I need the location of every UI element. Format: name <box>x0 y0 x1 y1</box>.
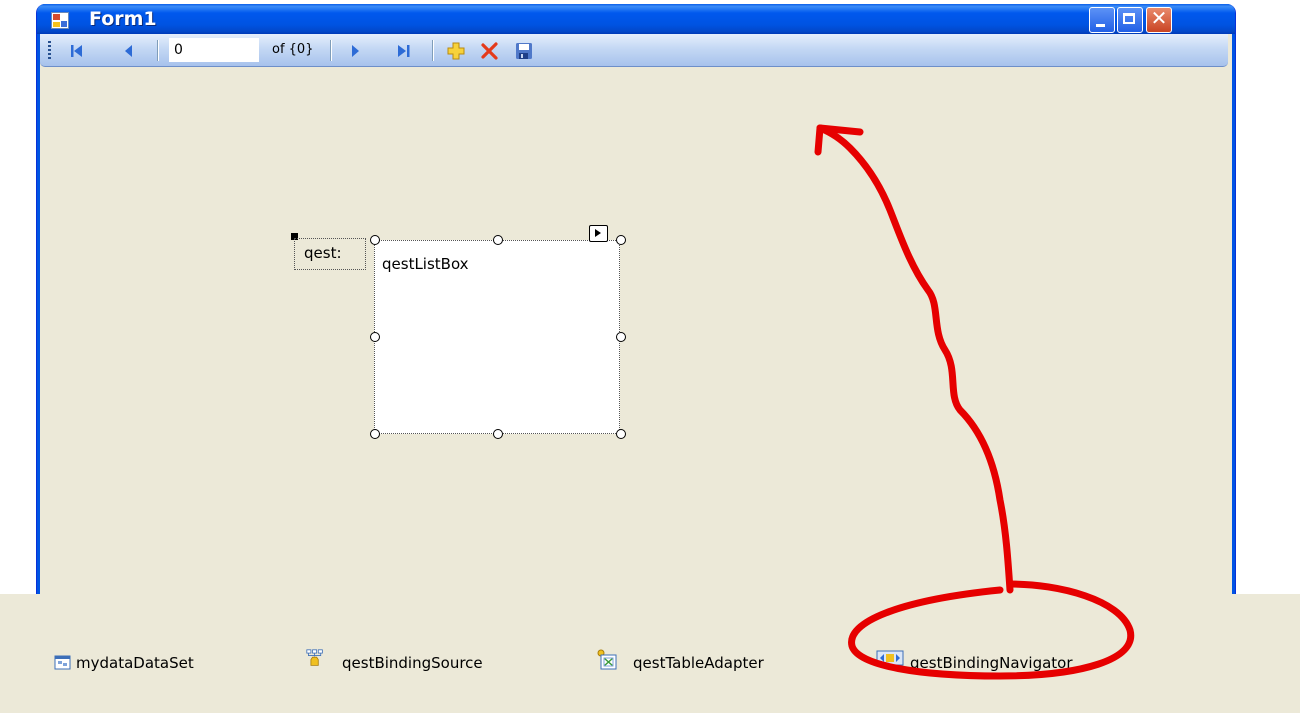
qest-label-text: qest: <box>304 244 342 262</box>
toolbar-separator <box>330 40 331 61</box>
toolbar-separator <box>157 40 158 61</box>
count-label: of {0} <box>272 42 314 57</box>
resize-handle[interactable] <box>370 429 380 439</box>
add-new-icon[interactable] <box>447 42 465 60</box>
binding-navigator-icon <box>876 650 904 666</box>
resize-handle[interactable] <box>616 332 626 342</box>
save-icon[interactable] <box>515 42 533 60</box>
move-previous-icon[interactable] <box>120 42 138 60</box>
form-icon <box>51 12 69 29</box>
resize-handle[interactable] <box>370 235 380 245</box>
move-next-icon[interactable] <box>346 42 364 60</box>
minimize-button[interactable] <box>1089 7 1115 33</box>
listbox-name-text: qestListBox <box>382 255 469 273</box>
tray-item-label: mydataDataSet <box>76 654 194 672</box>
tray-item-label: qestBindingNavigator <box>910 654 1073 672</box>
window-title: Form1 <box>89 8 157 30</box>
toolbar-grip[interactable] <box>48 41 51 60</box>
table-adapter-icon <box>597 649 617 670</box>
binding-source-icon <box>306 649 323 666</box>
resize-handle[interactable] <box>493 235 503 245</box>
close-icon: ✕ <box>1150 6 1168 30</box>
smart-tag-arrow-icon[interactable] <box>589 225 608 242</box>
toolbar-separator <box>432 40 433 61</box>
qest-label[interactable]: qest: <box>294 238 366 270</box>
move-first-icon[interactable] <box>68 42 86 60</box>
maximize-button[interactable] <box>1117 7 1143 33</box>
tray-item-label: qestTableAdapter <box>633 654 764 672</box>
close-button[interactable]: ✕ <box>1146 6 1172 33</box>
resize-handle[interactable] <box>616 429 626 439</box>
position-input[interactable] <box>169 38 259 62</box>
move-last-icon[interactable] <box>395 42 413 60</box>
binding-navigator-toolbar: of {0} <box>40 34 1228 67</box>
resize-handle[interactable] <box>616 235 626 245</box>
dataset-icon <box>54 655 71 670</box>
resize-handle[interactable] <box>493 429 503 439</box>
tray-item-label: qestBindingSource <box>342 654 483 672</box>
resize-handle[interactable] <box>370 332 380 342</box>
delete-icon[interactable] <box>481 42 499 60</box>
form-window: Form1 ✕ of {0} <box>36 4 1236 625</box>
title-bar[interactable]: Form1 ✕ <box>37 4 1235 34</box>
